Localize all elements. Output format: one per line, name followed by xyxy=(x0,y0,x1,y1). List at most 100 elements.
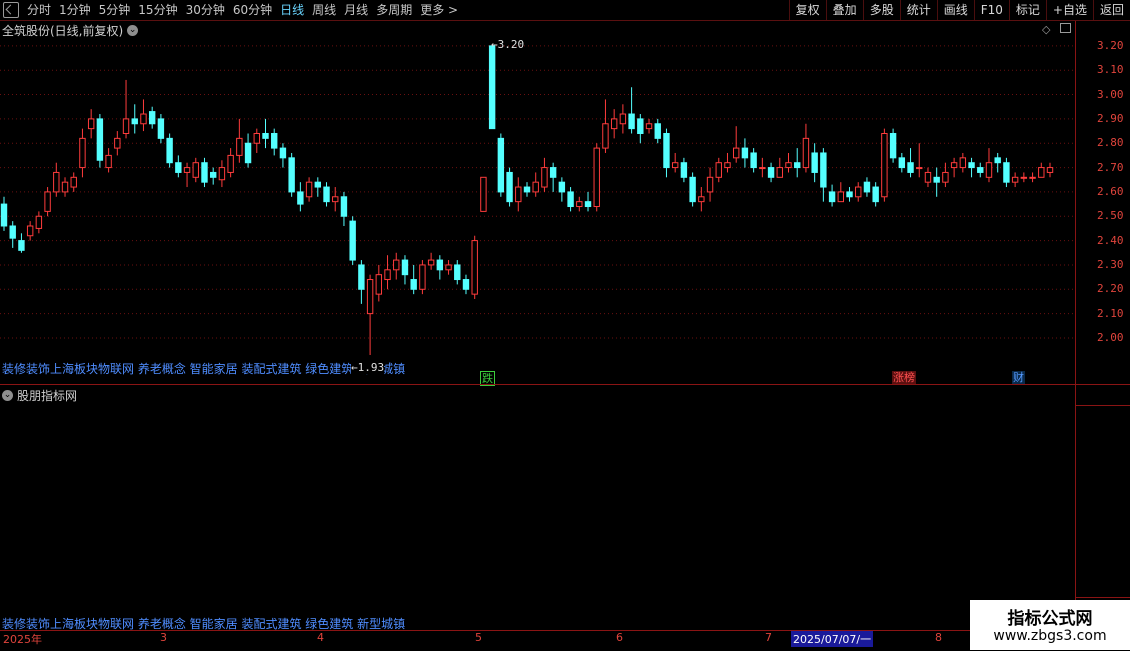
candle-up xyxy=(61,181,69,193)
toolbar: 分时 1分钟 5分钟 15分钟 30分钟 60分钟 日线 周线 月线 多周期 更… xyxy=(0,0,1130,21)
date-axis xyxy=(0,630,1130,651)
mark-button[interactable]: 标记 xyxy=(1008,0,1046,20)
candle-up xyxy=(671,162,679,169)
f10-button[interactable]: F10 xyxy=(973,0,1009,20)
candle-up xyxy=(332,196,339,203)
price-tick-label: 3.10 xyxy=(1097,63,1124,77)
candle-down xyxy=(889,132,897,159)
candle-up xyxy=(785,162,792,169)
candle-down xyxy=(794,162,801,169)
action-bar: 复权 叠加 多股 统计 画线 F10 标记 +自选 返回 xyxy=(788,0,1130,20)
candle-up xyxy=(602,123,609,149)
date-label-year: 2025年 xyxy=(3,633,42,646)
price-tick-label: 2.90 xyxy=(1097,111,1124,125)
candle-up xyxy=(715,162,722,178)
candle-down xyxy=(96,118,104,161)
period-multi[interactable]: 多周期 xyxy=(372,0,416,20)
candle-up xyxy=(122,118,130,134)
candle-up xyxy=(776,167,783,178)
chevron-down-icon[interactable]: ⌄ xyxy=(2,390,13,401)
period-weekly[interactable]: 周线 xyxy=(308,0,340,20)
candle-down xyxy=(898,157,906,169)
candle-down xyxy=(654,123,661,139)
stats-button[interactable]: 统计 xyxy=(899,0,937,20)
candle-down xyxy=(18,240,25,251)
period-intraday[interactable]: 分时 xyxy=(23,0,55,20)
candle-up xyxy=(1046,167,1054,173)
period-1min[interactable]: 1分钟 xyxy=(55,0,95,20)
date-label-mar: 3 xyxy=(160,631,167,644)
candle-up xyxy=(305,181,313,198)
price-tick-label: 2.70 xyxy=(1097,160,1124,174)
period-monthly[interactable]: 月线 xyxy=(340,0,372,20)
candle-down xyxy=(157,118,165,139)
candle-up xyxy=(366,279,374,315)
candle-down xyxy=(410,279,417,290)
candle-up xyxy=(732,147,740,159)
candle-down xyxy=(271,132,278,149)
price-tick-label: 2.20 xyxy=(1097,282,1124,296)
price-tick-label: 2.60 xyxy=(1097,184,1124,198)
finance-marker[interactable]: 财 xyxy=(1012,371,1025,384)
price-tick-label: 2.10 xyxy=(1097,306,1124,320)
candle-down xyxy=(506,171,513,203)
multi-stock-button[interactable]: 多股 xyxy=(862,0,900,20)
candle-down xyxy=(166,137,173,164)
candle-down xyxy=(872,186,879,203)
adjust-button[interactable]: 复权 xyxy=(788,0,826,20)
candle-up xyxy=(959,157,967,169)
candle-down xyxy=(209,171,217,178)
candle-up xyxy=(802,137,810,169)
back-button[interactable]: 返回 xyxy=(1092,0,1130,20)
period-5min[interactable]: 5分钟 xyxy=(95,0,135,20)
gain-list-marker[interactable]: 涨榜 xyxy=(892,371,916,384)
candle-up xyxy=(1011,176,1019,183)
candle-down xyxy=(680,162,688,178)
period-30min[interactable]: 30分钟 xyxy=(182,0,229,20)
candle-up xyxy=(183,167,191,173)
panel-divider xyxy=(0,384,1130,385)
draw-button[interactable]: 画线 xyxy=(936,0,974,20)
low-price-label: ←1.93 xyxy=(351,361,385,374)
date-label-apr: 4 xyxy=(317,631,324,644)
menu-icon[interactable] xyxy=(3,2,19,18)
date-label-aug: 8 xyxy=(935,631,942,644)
candle-up xyxy=(942,171,949,183)
candlestick-chart[interactable] xyxy=(0,21,1075,384)
candle-down xyxy=(741,147,749,159)
watermark-title: 指标公式网 xyxy=(1007,609,1093,629)
price-tick-label: 2.30 xyxy=(1097,257,1124,271)
period-60min[interactable]: 60分钟 xyxy=(229,0,276,20)
candle-down xyxy=(297,191,304,205)
candle-up xyxy=(26,225,34,237)
period-more[interactable]: 更多 > xyxy=(416,0,462,20)
overlay-button[interactable]: 叠加 xyxy=(825,0,863,20)
indicator-axis-mark-lower xyxy=(1075,597,1130,598)
date-label-may: 5 xyxy=(475,631,482,644)
candle-down xyxy=(131,118,138,125)
add-watchlist-button[interactable]: +自选 xyxy=(1045,0,1093,20)
candle-up xyxy=(393,259,400,271)
period-15min[interactable]: 15分钟 xyxy=(134,0,181,20)
candle-down xyxy=(358,264,365,290)
candle-down xyxy=(663,132,670,169)
date-label-jul: 7 xyxy=(765,631,772,644)
candle-down xyxy=(828,191,836,203)
candle-up xyxy=(384,269,391,281)
candle-down xyxy=(454,264,461,281)
candle-down xyxy=(244,142,252,164)
candle-up xyxy=(87,118,95,130)
candle-down xyxy=(401,259,409,276)
candle-up xyxy=(70,176,77,188)
candle-up xyxy=(619,113,627,125)
period-daily[interactable]: 日线 xyxy=(276,0,308,20)
price-tick-label: 2.80 xyxy=(1097,136,1124,150)
candle-down xyxy=(436,259,444,271)
candle-up xyxy=(541,167,548,188)
candle-up xyxy=(218,167,226,181)
candle-up xyxy=(532,181,539,193)
candle-down xyxy=(523,186,531,193)
candle-down xyxy=(689,176,696,203)
candle-down xyxy=(628,113,635,130)
candle-down xyxy=(820,152,827,188)
